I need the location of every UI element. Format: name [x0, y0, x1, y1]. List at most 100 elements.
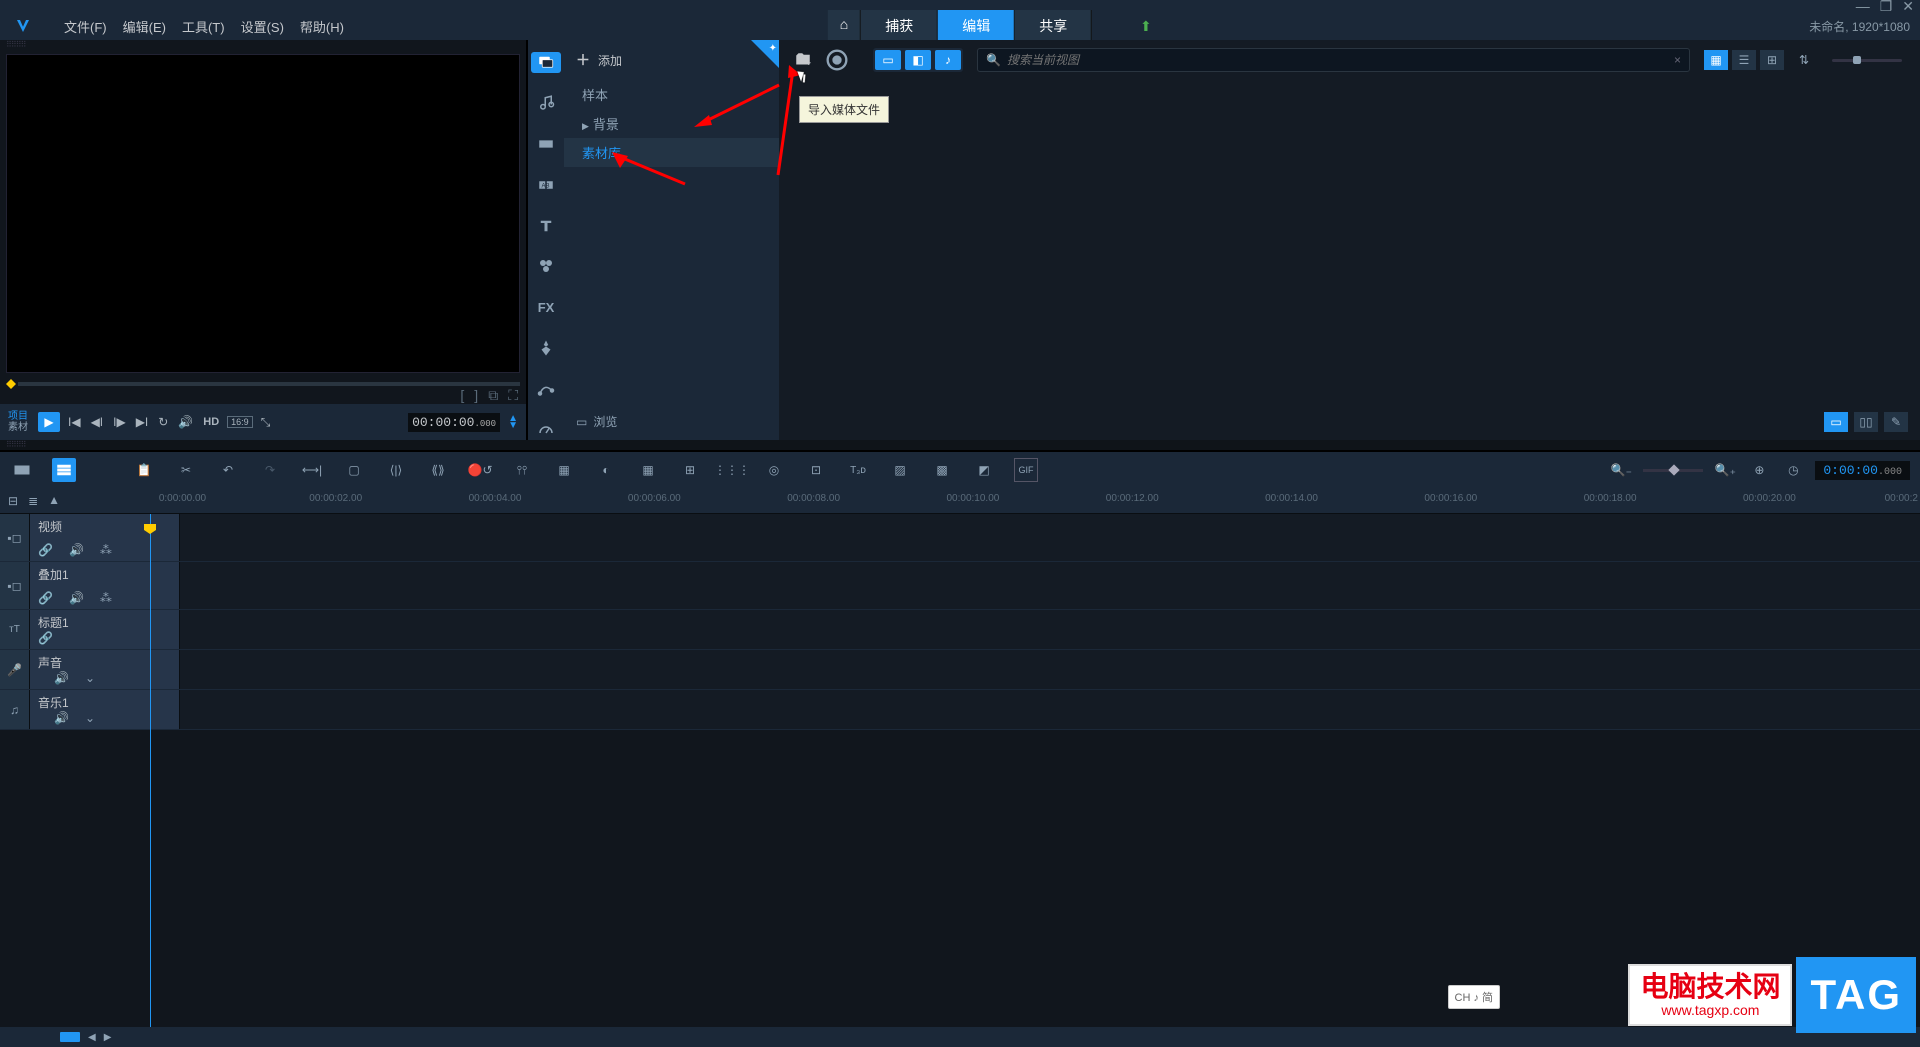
category-color[interactable] — [531, 338, 561, 359]
loop-button[interactable]: ↻ — [156, 413, 170, 431]
timecode-spinner[interactable]: ▲▼ — [508, 415, 518, 429]
storyboard-view-button[interactable] — [10, 458, 34, 482]
tool-pan-zoom[interactable]: ⟨|⟩ — [384, 458, 408, 482]
tool-speed[interactable]: ⟪⟫ — [426, 458, 450, 482]
splitter-handle[interactable]: ⠿⠿⠿⠿ — [0, 440, 1920, 450]
category-media[interactable] — [531, 52, 561, 73]
menu-settings[interactable]: 设置(S) — [233, 13, 292, 40]
track-fx-icon[interactable]: ⁂ — [100, 591, 112, 605]
step-forward-button[interactable]: I▶ — [111, 413, 128, 431]
track-body-voice[interactable] — [180, 650, 1920, 689]
goto-start-button[interactable]: I◀ — [66, 413, 83, 431]
menu-help[interactable]: 帮助(H) — [292, 13, 352, 40]
view-grid-button[interactable]: ⊞ — [1760, 50, 1784, 70]
menu-tools[interactable]: 工具(T) — [174, 13, 233, 40]
track-options-1[interactable]: ⊟ — [8, 494, 18, 508]
thumbnail-size-slider[interactable] — [1832, 59, 1902, 62]
import-media-button[interactable]: + — [789, 48, 817, 72]
tool-trim[interactable]: ⟷| — [300, 458, 324, 482]
track-nav-prev[interactable]: ◀ — [88, 1032, 96, 1043]
tool-color-grading[interactable]: ◩ — [972, 458, 996, 482]
tool-chroma[interactable]: ◐ — [594, 458, 618, 482]
fullscreen-button[interactable]: ⤡ — [259, 413, 273, 432]
category-speed[interactable] — [531, 419, 561, 440]
category-video[interactable] — [531, 134, 561, 155]
preview-mode-toggle[interactable]: 项目 素材 — [8, 411, 28, 433]
preview-scrubber[interactable] — [18, 382, 520, 386]
tool-gif[interactable]: GIF — [1014, 458, 1038, 482]
track-head-music[interactable]: 音乐1 🔊⌄ — [30, 690, 180, 729]
track-nav-next[interactable]: ▶ — [104, 1032, 112, 1043]
tool-mask[interactable]: ▩ — [930, 458, 954, 482]
track-link-icon[interactable]: 🔗 — [38, 543, 53, 557]
zoom-slider[interactable] — [1643, 469, 1703, 472]
lib-panel-btn-2[interactable]: ▯▯ — [1854, 412, 1878, 432]
track-expand-icon[interactable]: ⌄ — [85, 711, 95, 725]
panel-drag-handle[interactable]: ⠿⠿⠿⠿ — [0, 40, 526, 50]
sort-button[interactable]: ⇅ — [1790, 48, 1818, 72]
redo-button[interactable]: ↷ — [258, 458, 282, 482]
filter-video-button[interactable]: ▭ — [875, 50, 901, 70]
mark-in-button[interactable]: [ — [460, 387, 464, 404]
volume-button[interactable]: 🔊 — [176, 413, 195, 431]
track-link-icon[interactable]: 🔗 — [38, 631, 53, 645]
track-mute-icon[interactable]: 🔊 — [69, 591, 84, 605]
track-mute-icon[interactable]: 🔊 — [69, 543, 84, 557]
track-nav-slot[interactable] — [60, 1032, 80, 1042]
tool-3d-title[interactable]: T₃ᴅ — [846, 458, 870, 482]
search-input[interactable] — [1007, 53, 1668, 67]
category-graphics[interactable] — [531, 256, 561, 277]
lib-panel-btn-1[interactable]: ▭ — [1824, 412, 1848, 432]
undo-button[interactable]: ↶ — [216, 458, 240, 482]
category-fx[interactable]: FX — [531, 297, 561, 318]
zoom-out-button[interactable]: 🔍₋ — [1609, 458, 1633, 482]
timeline-view-button[interactable] — [52, 458, 76, 482]
track-fx-icon[interactable]: ⁂ — [100, 543, 112, 557]
tree-item-sample[interactable]: 样本 — [564, 80, 779, 109]
filter-audio-button[interactable]: ♪ — [935, 50, 961, 70]
tool-cut[interactable]: ✂ — [174, 458, 198, 482]
tool-motion-track[interactable]: ◎ — [762, 458, 786, 482]
aspect-ratio-button[interactable]: 16:9 — [227, 416, 253, 428]
track-mute-icon[interactable]: 🔊 — [54, 671, 69, 685]
tool-subtitle[interactable]: ▨ — [888, 458, 912, 482]
crop-button[interactable]: ⧉ — [488, 387, 498, 404]
category-title[interactable] — [531, 215, 561, 236]
tool-copy-attributes[interactable]: 📋 — [132, 458, 156, 482]
zoom-in-button[interactable]: 🔍₊ — [1713, 458, 1737, 482]
zoom-clock-button[interactable]: ◷ — [1781, 458, 1805, 482]
tree-item-library[interactable]: 素材库 — [564, 138, 779, 167]
add-folder-button[interactable]: ＋ 添加 — [564, 40, 779, 80]
zoom-fit-button[interactable]: ⊕ — [1747, 458, 1771, 482]
tab-capture[interactable]: 捕获 — [861, 10, 938, 42]
track-body-overlay[interactable] — [180, 562, 1920, 609]
track-head-title[interactable]: 标题1 🔗 — [30, 610, 180, 649]
tool-multicam[interactable]: ▦ — [636, 458, 660, 482]
track-head-overlay[interactable]: 叠加1 🔗🔊⁂ — [30, 562, 180, 609]
tool-crop[interactable]: ▢ — [342, 458, 366, 482]
track-head-video[interactable]: 视频 🔗🔊⁂ — [30, 514, 180, 561]
menu-edit[interactable]: 编辑(E) — [115, 13, 174, 40]
track-head-voice[interactable]: 声音 🔊⌄ — [30, 650, 180, 689]
view-list-button[interactable]: ☰ — [1732, 50, 1756, 70]
menu-file[interactable]: 文件(F) — [56, 13, 115, 40]
lib-panel-btn-3[interactable]: ✎ — [1884, 412, 1908, 432]
track-mute-icon[interactable]: 🔊 — [54, 711, 69, 725]
pin-flag-icon[interactable] — [751, 40, 779, 68]
tab-share[interactable]: 共享 — [1015, 10, 1092, 42]
clear-search-button[interactable]: × — [1674, 53, 1681, 67]
search-box[interactable]: 🔍 × — [977, 48, 1690, 72]
category-motion[interactable] — [531, 378, 561, 399]
tree-item-background[interactable]: ▶背景 — [564, 109, 779, 138]
category-audio[interactable] — [531, 93, 561, 114]
expand-preview-button[interactable]: ⛶ — [508, 387, 518, 404]
tab-home[interactable]: ⌂ — [828, 10, 861, 42]
category-transition[interactable]: AB — [531, 174, 561, 195]
tool-audio-mix[interactable]: ⋮⋮⋮ — [720, 458, 744, 482]
tool-reverse[interactable]: 🔴↺ — [468, 458, 492, 482]
play-button[interactable]: ▶ — [38, 412, 60, 432]
track-body-music[interactable] — [180, 690, 1920, 729]
track-expand-icon[interactable]: ⌄ — [85, 671, 95, 685]
track-options-2[interactable]: ≣ — [28, 494, 38, 508]
mark-out-button[interactable]: ] — [474, 387, 478, 404]
